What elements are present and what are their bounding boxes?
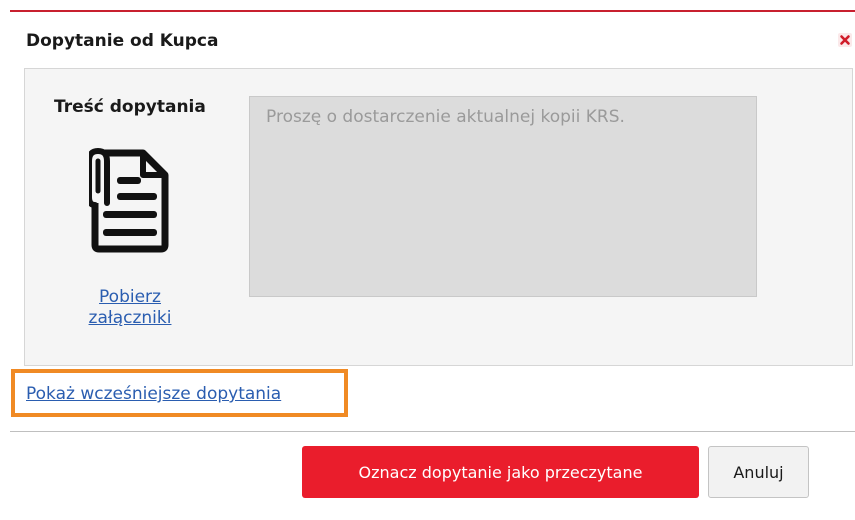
footer-divider (10, 431, 855, 432)
show-earlier-inquiries-link[interactable]: Pokaż wcześniejsze dopytania (26, 384, 281, 404)
dialog-title: Dopytanie od Kupca (26, 31, 219, 51)
close-icon[interactable] (838, 33, 852, 47)
dialog-top-border (10, 10, 855, 12)
mark-as-read-button[interactable]: Oznacz dopytanie jako przeczytane (302, 446, 699, 498)
inquiry-dialog: Dopytanie od Kupca Treść dopytania Pobie… (0, 0, 855, 520)
inquiry-message-field: Proszę o dostarczenie aktualnej kopii KR… (249, 96, 757, 297)
document-attachment-icon (89, 147, 169, 253)
cancel-button[interactable]: Anuluj (708, 446, 809, 498)
download-attachments-link[interactable]: Pobierz załączniki (85, 287, 175, 329)
content-label: Treść dopytania (54, 97, 206, 117)
earlier-inquiries-highlight: Pokaż wcześniejsze dopytania (11, 369, 348, 417)
inquiry-content-panel: Treść dopytania Pobierz załączniki Prosz… (24, 68, 853, 366)
